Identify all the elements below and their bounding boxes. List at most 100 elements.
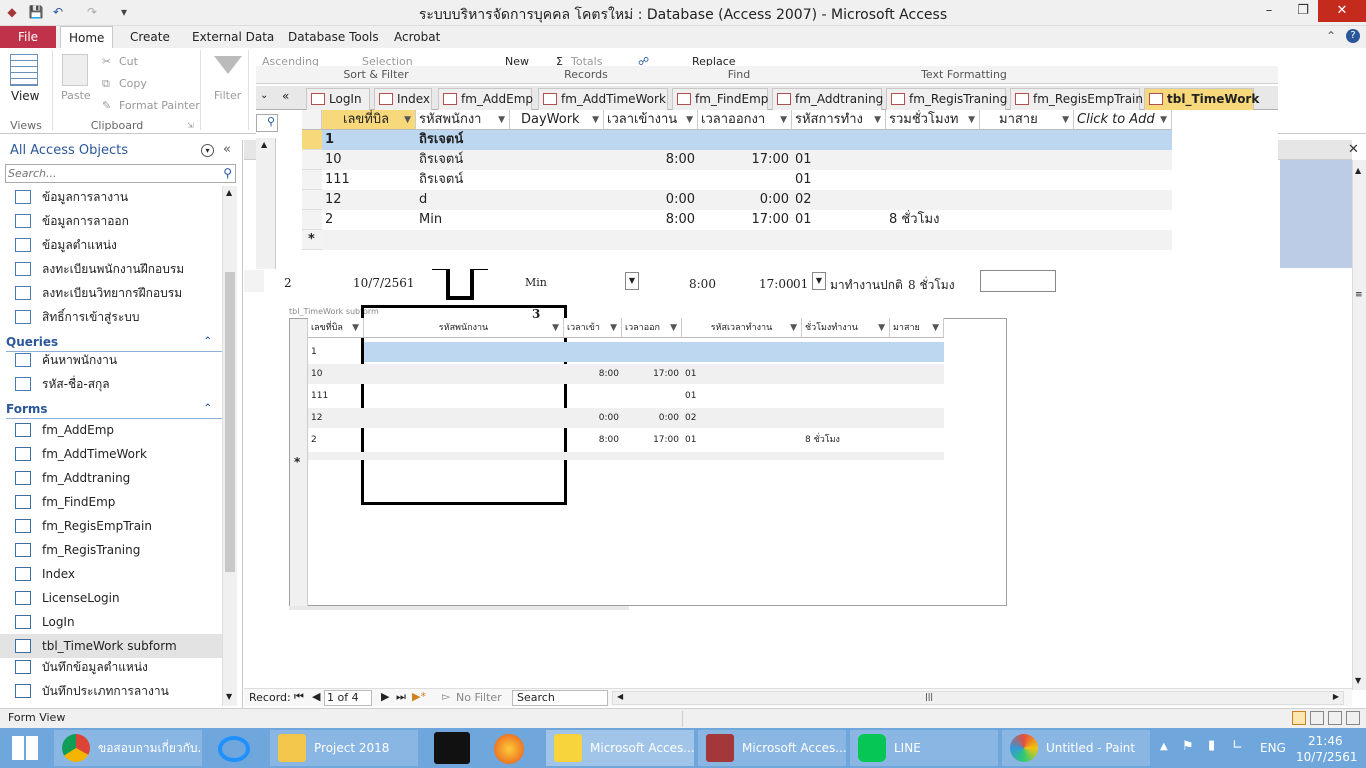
table-cell[interactable]: ถิรเจตน์ (416, 170, 510, 190)
shutter-bar-icon[interactable]: « (223, 142, 231, 157)
scroll-up-icon[interactable]: ▲ (261, 140, 267, 149)
table-cell[interactable]: 01 (792, 210, 886, 230)
table-cell[interactable]: 2 (322, 210, 416, 230)
tab-home[interactable]: Home (60, 26, 114, 48)
taskbar-paint[interactable]: Untitled - Paint (1002, 730, 1150, 766)
row-selector[interactable] (302, 130, 322, 150)
record-selector[interactable] (244, 270, 264, 292)
form-field-time-in[interactable]: 8:00 (689, 277, 716, 291)
table-cell[interactable]: ถิรเจตน์ (416, 130, 510, 150)
column-header[interactable]: เวลาเข้า ▼ (564, 318, 622, 338)
nav-search-box[interactable]: ⚲ (5, 164, 236, 183)
tab-external-data[interactable]: External Data (184, 28, 282, 48)
nav-form-item[interactable]: บันทึกประเภทการลางาน (0, 679, 222, 703)
view-icon[interactable] (10, 54, 38, 86)
dropdown-icon[interactable]: ▼ (352, 318, 359, 337)
close-button[interactable]: ✕ (1318, 0, 1366, 22)
nav-form-item[interactable]: fm_AddEmp (0, 418, 222, 442)
nav-menu-icon[interactable]: ▾ (201, 144, 214, 157)
table-cell[interactable]: Min (416, 210, 510, 230)
nav-form-item[interactable]: fm_RegisTraning (0, 538, 222, 562)
first-record-icon[interactable]: ⏮ (294, 690, 304, 704)
table-cell[interactable]: 8:00 (564, 364, 622, 384)
restore-button[interactable]: ❐ (1288, 0, 1318, 22)
nav-search-input[interactable] (6, 165, 216, 182)
table-cell[interactable]: 17:00 (622, 364, 682, 384)
scroll-grip-icon[interactable]: ≡ (1355, 290, 1363, 300)
scroll-up-icon[interactable]: ▲ (226, 188, 232, 197)
column-header[interactable]: มาสาย ▼ (890, 318, 944, 338)
last-record-icon[interactable]: ⏭ (396, 690, 406, 704)
table-cell[interactable]: 111 (322, 170, 416, 190)
dropdown-icon[interactable]: ▼ (498, 110, 505, 129)
dropdown-icon[interactable]: ▼ (780, 110, 787, 129)
record-position-input[interactable]: 1 of 4 (324, 690, 372, 706)
form-field-employee[interactable]: Min (525, 276, 547, 289)
show-hidden-icons-icon[interactable]: ▲ (1160, 741, 1168, 752)
dropdown-icon[interactable]: ▼ (552, 318, 559, 337)
doc-tab-fm-addemp[interactable]: fm_AddEmp (438, 88, 533, 110)
scroll-thumb[interactable] (225, 272, 235, 572)
scroll-left-icon[interactable]: ◀ (617, 692, 623, 701)
table-cell[interactable]: 1 (308, 342, 364, 362)
cut-button[interactable]: Cut (119, 55, 138, 68)
doc-tab-fm-regisemptrain[interactable]: fm_RegisEmpTrain (1010, 88, 1143, 110)
doc-tab-fm-registraning[interactable]: fm_RegisTraning (886, 88, 1007, 110)
column-header[interactable]: เวลาออก ▼ (622, 318, 682, 338)
scroll-up-icon[interactable]: ▲ (1355, 166, 1361, 175)
table-cell[interactable]: 02 (682, 408, 802, 428)
doc-tab-fm-addtraning[interactable]: fm_Addtraning (772, 88, 883, 110)
nav-table-item[interactable]: ข้อมูลการลาออก (0, 209, 222, 233)
nav-form-item[interactable]: LogIn (0, 610, 222, 634)
format-painter-button[interactable]: Format Painter (119, 99, 200, 112)
table-cell[interactable]: 01 (792, 150, 886, 170)
table-cell[interactable]: 0:00 (564, 408, 622, 428)
column-header[interactable]: เลขที่บิล ▼ (308, 318, 364, 338)
table-cell[interactable]: 8:00 (564, 430, 622, 450)
filter-status-label[interactable]: No Filter (456, 691, 502, 704)
table-cell[interactable]: 17:00 (698, 150, 792, 170)
tab-create[interactable]: Create (122, 28, 178, 48)
table-cell[interactable]: d (416, 190, 510, 210)
table-row-new[interactable] (308, 452, 944, 460)
nav-toggle-icon[interactable]: ⌄ (260, 90, 268, 101)
row-selector[interactable] (302, 210, 322, 230)
nav-header-title[interactable]: All Access Objects (10, 143, 128, 158)
form-field-status[interactable]: มาทำงานปกติ (830, 276, 903, 295)
form-field-code[interactable]: 01 (793, 277, 808, 291)
search-icon[interactable]: ⚲ (267, 115, 275, 128)
filter-button[interactable]: Filter (214, 89, 241, 102)
column-header[interactable]: รวมชั่วโมงท ▼ (886, 110, 980, 130)
collapse-icon[interactable]: ⌃ (204, 399, 212, 419)
table-row-selected[interactable] (364, 342, 944, 362)
table-cell[interactable]: ถิรเจตน์ (416, 150, 510, 170)
tab-database-tools[interactable]: Database Tools (280, 28, 387, 48)
nav-table-item[interactable]: สิทธิ์การเข้าสู่ระบบ (0, 305, 222, 329)
table-cell[interactable]: 8:00 (604, 150, 698, 170)
column-header[interactable]: รหัสพนักงา ▼ (416, 110, 510, 130)
layout-view-icon[interactable] (1328, 711, 1342, 725)
table-row-new[interactable] (322, 230, 1172, 250)
combo-dropdown-icon[interactable]: ▼ (812, 272, 826, 290)
tab-acrobat[interactable]: Acrobat (386, 28, 448, 48)
nav-form-item[interactable]: fm_RegisEmpTrain (0, 514, 222, 538)
form-field-date[interactable]: 10/7/2561 (353, 276, 415, 290)
taskbar-access-1[interactable]: Microsoft Acces... (546, 730, 694, 766)
select-all-cell[interactable] (302, 110, 322, 130)
click-to-add-header[interactable]: Click to Add ▼ (1074, 110, 1172, 130)
design-view-icon[interactable] (1346, 711, 1360, 725)
tab-file[interactable]: File (0, 26, 56, 48)
form-view-icon[interactable] (1292, 711, 1306, 725)
table-cell[interactable]: 17:00 (622, 430, 682, 450)
close-form-icon[interactable]: ✕ (1348, 142, 1359, 157)
table-cell[interactable]: 2 (308, 430, 364, 450)
doc-tab-index[interactable]: Index (374, 88, 432, 110)
nav-table-item[interactable]: ข้อมูลตำแหน่ง (0, 233, 222, 257)
table-cell[interactable]: 12 (308, 408, 364, 428)
dropdown-icon[interactable]: ▼ (1062, 110, 1069, 129)
language-indicator[interactable]: ENG (1260, 741, 1286, 755)
table-cell[interactable]: 0:00 (604, 190, 698, 210)
table-cell[interactable]: 01 (792, 170, 886, 190)
scroll-down-icon[interactable]: ▼ (226, 692, 232, 701)
dropdown-icon[interactable]: ▼ (1160, 110, 1167, 129)
